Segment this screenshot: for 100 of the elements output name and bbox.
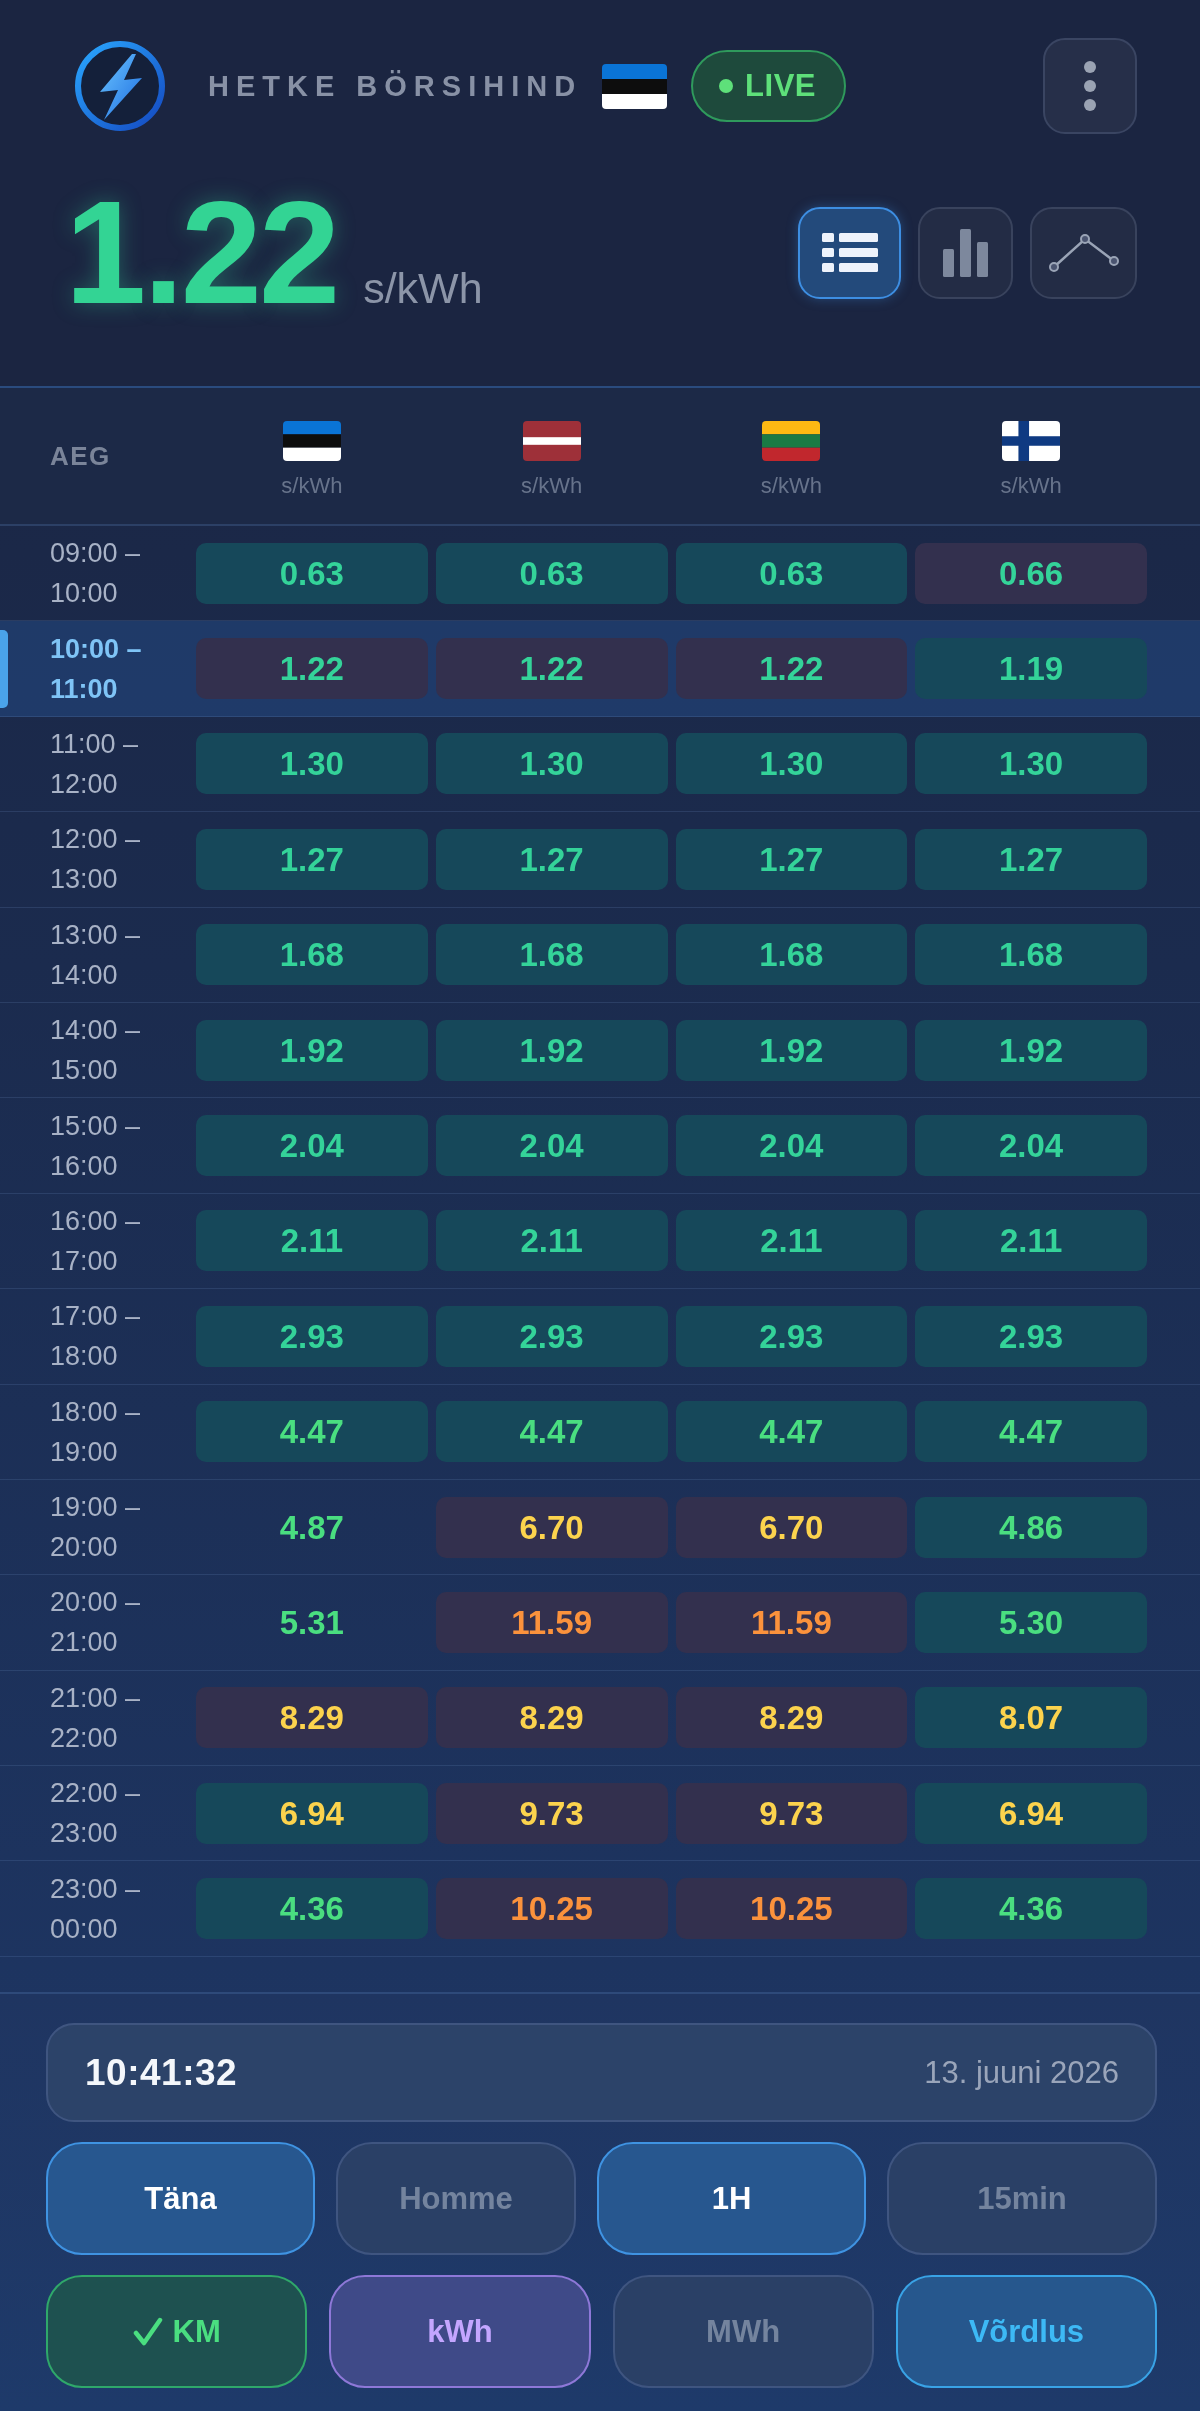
price-value: 4.86 <box>999 1510 1064 1544</box>
price-value: 4.47 <box>279 1415 344 1449</box>
price-value: 4.47 <box>999 1415 1064 1449</box>
time-range: 17:00 – 18:00 <box>50 1300 142 1374</box>
day-tab[interactable]: Täna <box>46 2142 315 2255</box>
menu-button[interactable] <box>1043 38 1137 134</box>
price-value: 4.47 <box>759 1415 824 1449</box>
check-icon <box>132 2316 163 2347</box>
price-value: 10.25 <box>510 1892 593 1926</box>
time-range: 13:00 – 14:00 <box>50 918 142 992</box>
price-value: 2.11 <box>760 1224 823 1258</box>
line-chart-icon <box>1048 233 1119 273</box>
unit-tab[interactable]: kWh <box>329 2275 591 2388</box>
price-value: 4.36 <box>999 1892 1064 1926</box>
time-range: 12:00 – 13:00 <box>50 823 142 897</box>
unit-tab[interactable]: MWh <box>612 2275 874 2388</box>
time-range: 15:00 – 16:00 <box>50 1109 142 1183</box>
time-range: 23:00 – 00:00 <box>50 1872 142 1946</box>
price-value: 8.07 <box>999 1701 1064 1735</box>
column-unit: s/kWh <box>760 473 822 499</box>
price-value: 1.22 <box>279 652 344 686</box>
clock-time: 10:41:32 <box>85 2051 238 2094</box>
price-value: 10.25 <box>750 1892 833 1926</box>
price-value: 1.27 <box>999 842 1064 876</box>
vat-toggle[interactable]: KM <box>46 2275 308 2388</box>
interval-tab[interactable]: 1H <box>597 2142 866 2255</box>
price-value: 1.92 <box>999 1033 1064 1067</box>
app-title: HETKE BÖRSIHIND <box>208 69 583 103</box>
column-unit: s/kWh <box>521 473 583 499</box>
current-price: 1.22 <box>65 180 338 326</box>
price-value: 1.30 <box>279 747 344 781</box>
time-range: 11:00 – 12:00 <box>50 727 140 801</box>
price-value: 1.30 <box>759 747 824 781</box>
menu-icon <box>1083 60 1097 112</box>
list-view-button[interactable] <box>798 207 901 299</box>
price-value: 1.22 <box>759 652 824 686</box>
price-value: 6.94 <box>999 1796 1064 1830</box>
time-range: 16:00 – 17:00 <box>50 1204 142 1278</box>
price-value: 2.11 <box>520 1224 583 1258</box>
live-label: LIVE <box>745 68 816 104</box>
price-value: 6.70 <box>519 1510 584 1544</box>
price-value: 1.30 <box>999 747 1064 781</box>
compare-toggle[interactable]: Võrdlus <box>895 2275 1157 2388</box>
day-tab[interactable]: Homme <box>336 2142 576 2255</box>
price-value: 11.59 <box>751 1606 832 1639</box>
column-unit: s/kWh <box>281 473 343 499</box>
price-value: 1.92 <box>759 1033 824 1067</box>
estonia-flag-icon <box>282 421 341 461</box>
price-value: 0.63 <box>519 556 584 590</box>
status-dot-icon <box>719 79 734 93</box>
price-value: 4.36 <box>279 1892 344 1926</box>
price-value: 1.92 <box>519 1033 584 1067</box>
price-value: 8.29 <box>759 1701 824 1735</box>
price-value: 1.68 <box>279 938 344 972</box>
price-value: 8.29 <box>279 1701 344 1735</box>
price-value: 2.04 <box>999 1129 1064 1163</box>
column-unit: s/kWh <box>1000 473 1062 499</box>
price-value: 2.93 <box>759 1319 824 1353</box>
price-value: 1.68 <box>759 938 824 972</box>
price-value: 0.63 <box>279 556 344 590</box>
price-value: 4.47 <box>519 1415 584 1449</box>
lithuania-flag-icon <box>762 421 821 461</box>
price-value: 2.93 <box>519 1319 584 1353</box>
line-view-button[interactable] <box>1030 207 1137 299</box>
time-range: 19:00 – 20:00 <box>50 1491 142 1565</box>
clock-date: 13. juuni 2026 <box>924 2054 1119 2091</box>
price-value: 2.93 <box>999 1319 1064 1353</box>
price-value: 1.19 <box>999 652 1064 686</box>
lightning-bolt-logo-icon <box>74 40 166 132</box>
price-value: 5.30 <box>999 1606 1064 1639</box>
price-value: 6.94 <box>279 1796 344 1830</box>
time-range: 22:00 – 23:00 <box>50 1777 142 1851</box>
interval-tab[interactable]: 15min <box>887 2142 1157 2255</box>
price-value: 2.04 <box>519 1129 584 1163</box>
time-column-header: AEG <box>50 440 111 472</box>
estonia-flag-icon <box>602 63 668 109</box>
price-value: 1.30 <box>519 747 584 781</box>
time-range: 18:00 – 19:00 <box>50 1395 142 1469</box>
bar-view-button[interactable] <box>918 207 1013 299</box>
price-value: 1.68 <box>519 938 584 972</box>
price-value: 9.73 <box>519 1796 584 1830</box>
time-range: 10:00 – 11:00 <box>50 632 143 706</box>
price-value: 5.31 <box>279 1606 344 1639</box>
time-range: 14:00 – 15:00 <box>50 1014 142 1088</box>
bar-chart-icon <box>942 229 989 277</box>
price-value: 4.87 <box>279 1510 344 1544</box>
price-value: 1.27 <box>759 842 824 876</box>
price-value: 1.92 <box>279 1033 344 1067</box>
price-value: 2.93 <box>279 1319 344 1353</box>
time-range: 21:00 – 22:00 <box>50 1681 142 1755</box>
price-value: 1.27 <box>279 842 344 876</box>
price-value: 2.04 <box>759 1129 824 1163</box>
price-unit: s/kWh <box>363 264 483 313</box>
price-value: 2.11 <box>999 1224 1063 1258</box>
price-value: 1.27 <box>519 842 584 876</box>
price-value: 1.68 <box>999 938 1064 972</box>
price-value: 2.04 <box>279 1129 344 1163</box>
price-value: 1.22 <box>519 652 584 686</box>
latvia-flag-icon <box>522 421 581 461</box>
time-range: 20:00 – 21:00 <box>50 1586 142 1660</box>
